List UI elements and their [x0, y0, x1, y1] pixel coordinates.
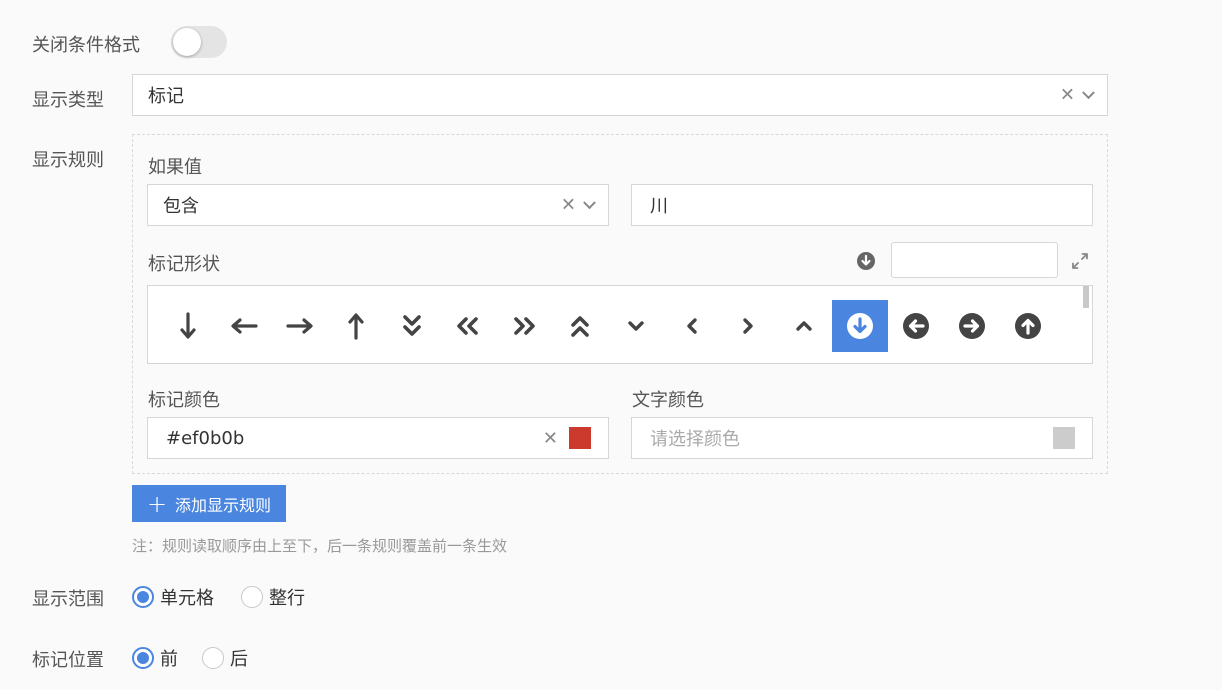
- add-display-rule-label: 添加显示规则: [175, 495, 272, 515]
- shape-label: 标记形状: [148, 254, 220, 275]
- scrollbar[interactable]: [1083, 286, 1089, 308]
- condition-select[interactable]: 包含 ✕: [147, 184, 609, 226]
- mark-color-label: 标记颜色: [148, 390, 220, 411]
- text-color-input[interactable]: 请选择颜色: [631, 417, 1093, 459]
- toggle-knob: [173, 28, 201, 56]
- chevron-down-icon[interactable]: [1082, 86, 1095, 100]
- text-color-placeholder: 请选择颜色: [650, 429, 740, 450]
- mark-position-option-label: 前: [160, 649, 178, 670]
- clear-icon[interactable]: ✕: [543, 428, 558, 449]
- mark-color-input[interactable]: #ef0b0b ✕: [147, 417, 609, 459]
- radio-unchecked-icon: [241, 586, 263, 608]
- plus-icon: +: [146, 489, 168, 518]
- double-chevron-left-icon[interactable]: [440, 300, 496, 352]
- mark-color-swatch[interactable]: [569, 427, 591, 449]
- chevron-down-icon[interactable]: [608, 300, 664, 352]
- clear-icon[interactable]: ✕: [561, 195, 576, 216]
- mark-position-option-label: 后: [230, 649, 248, 670]
- mark-color-value: #ef0b0b: [166, 427, 245, 449]
- arrow-up-icon[interactable]: [328, 300, 384, 352]
- shape-search-input[interactable]: [891, 242, 1058, 278]
- chevron-right-icon[interactable]: [720, 300, 776, 352]
- radio-unchecked-icon: [202, 647, 224, 669]
- condition-value: 包含: [163, 196, 199, 217]
- condition-value-text: 川: [650, 196, 668, 217]
- double-chevron-right-icon[interactable]: [496, 300, 552, 352]
- display-range-option-label: 单元格: [160, 588, 214, 609]
- text-color-label: 文字颜色: [632, 390, 704, 411]
- expand-icon[interactable]: [1070, 251, 1090, 271]
- display-range-option-cell[interactable]: 单元格: [132, 584, 214, 610]
- double-chevron-up-icon[interactable]: [552, 300, 608, 352]
- display-type-label: 显示类型: [32, 90, 104, 111]
- if-value-label: 如果值: [148, 157, 202, 178]
- mark-position-option-before[interactable]: 前: [132, 645, 178, 671]
- chevron-left-icon[interactable]: [664, 300, 720, 352]
- condition-format-toggle-label: 关闭条件格式: [32, 35, 140, 56]
- mark-position-label: 标记位置: [32, 650, 104, 671]
- display-range-label: 显示范围: [32, 589, 104, 610]
- circle-arrow-down-icon[interactable]: [832, 300, 888, 352]
- add-display-rule-button[interactable]: + 添加显示规则: [132, 485, 286, 522]
- arrow-down-icon[interactable]: [160, 300, 216, 352]
- chevron-up-icon[interactable]: [776, 300, 832, 352]
- display-range-option-label: 整行: [269, 588, 305, 609]
- arrow-left-icon[interactable]: [216, 300, 272, 352]
- text-color-swatch[interactable]: [1053, 427, 1075, 449]
- circle-arrow-left-icon[interactable]: [888, 300, 944, 352]
- double-chevron-down-icon[interactable]: [384, 300, 440, 352]
- circle-arrow-up-icon[interactable]: [1000, 300, 1056, 352]
- preview-circle-arrow-down-icon: [857, 252, 875, 270]
- display-rules-label: 显示规则: [32, 150, 104, 171]
- arrow-right-icon[interactable]: [272, 300, 328, 352]
- clear-icon[interactable]: ✕: [1060, 85, 1075, 106]
- condition-format-toggle[interactable]: [171, 26, 227, 58]
- shape-picker[interactable]: [147, 285, 1093, 364]
- display-type-select[interactable]: 标记 ✕: [132, 74, 1108, 116]
- radio-checked-icon: [132, 586, 154, 608]
- rule-order-note: 注：规则读取顺序由上至下，后一条规则覆盖前一条生效: [132, 537, 508, 555]
- condition-value-input[interactable]: 川: [631, 184, 1093, 226]
- chevron-down-icon[interactable]: [583, 196, 596, 210]
- mark-position-option-after[interactable]: 后: [202, 645, 248, 671]
- display-type-value: 标记: [148, 86, 184, 107]
- radio-checked-icon: [132, 647, 154, 669]
- display-range-option-row[interactable]: 整行: [241, 584, 305, 610]
- circle-arrow-right-icon[interactable]: [944, 300, 1000, 352]
